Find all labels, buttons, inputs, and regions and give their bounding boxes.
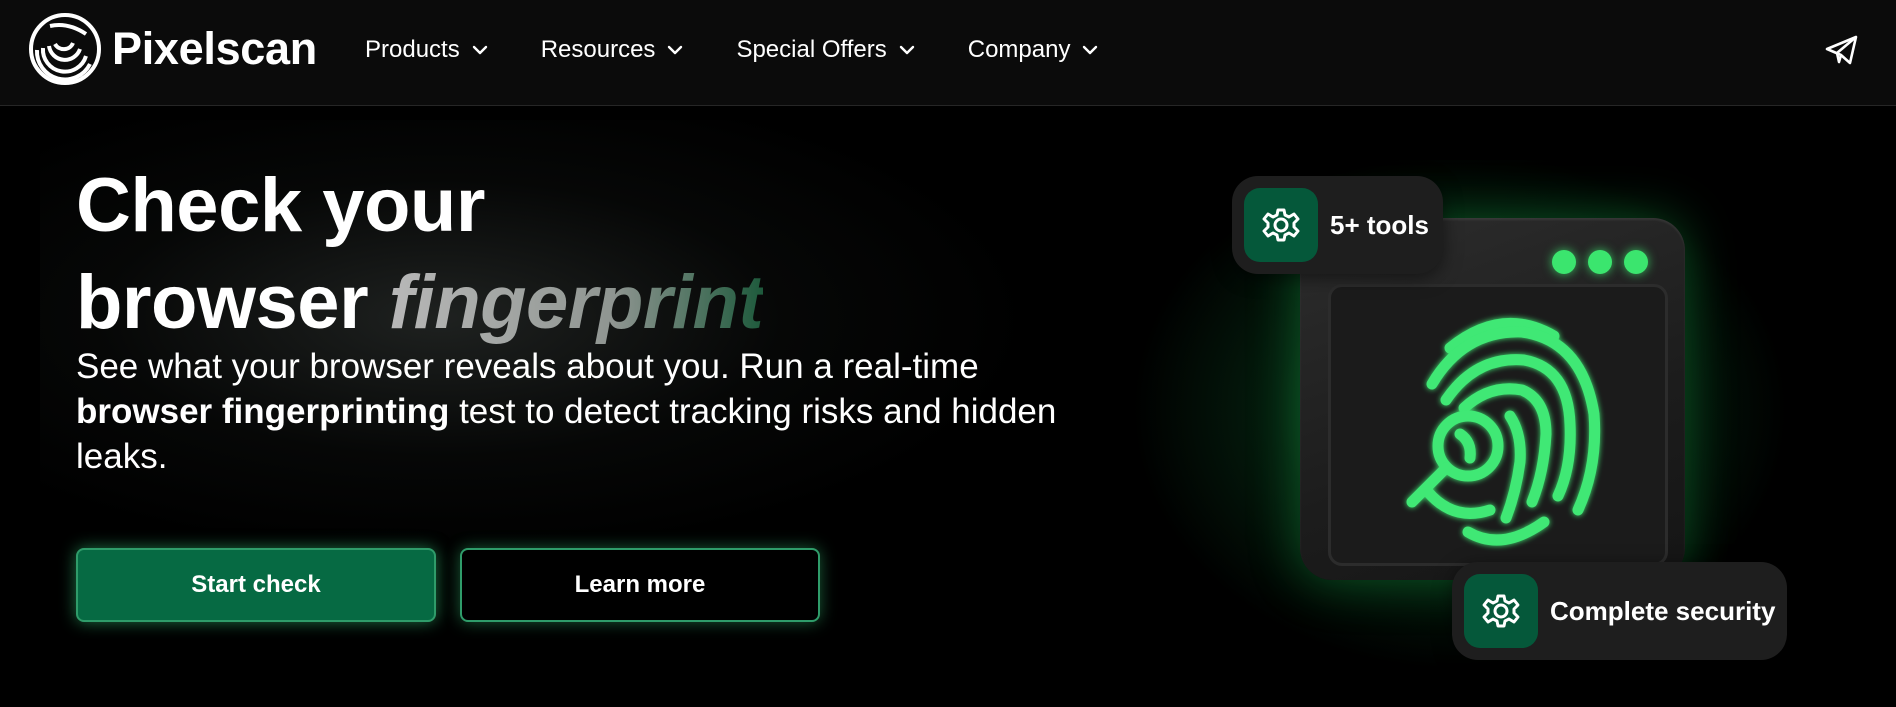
nav-special-offers-label: Special Offers: [736, 36, 887, 63]
chevron-down-icon: [667, 45, 683, 55]
top-navbar: Pixelscan Products Resources Special Off…: [0, 0, 1896, 106]
nav-products[interactable]: Products: [365, 36, 488, 64]
chevron-down-icon: [899, 45, 915, 55]
tools-badge: 5+ tools: [1232, 176, 1443, 274]
logo[interactable]: Pixelscan: [28, 10, 317, 88]
nav-special-offers[interactable]: Special Offers: [736, 36, 914, 64]
logo-text: Pixelscan: [112, 23, 317, 74]
hero-headline: Check your browser fingerprint: [76, 157, 764, 351]
headline-line-2: browser fingerprint: [76, 254, 764, 351]
main-nav: Products Resources Special Offers Compan…: [365, 30, 1098, 70]
tools-badge-label: 5+ tools: [1330, 209, 1429, 240]
chevron-down-icon: [1082, 45, 1098, 55]
gear-icon: [1244, 188, 1318, 262]
headline-line-1: Check your: [76, 163, 485, 248]
window-dot: [1552, 250, 1576, 274]
window-dots: [1552, 250, 1660, 274]
nav-resources-label: Resources: [540, 36, 656, 63]
gear-icon: [1464, 574, 1538, 648]
hero-description: See what your browser reveals about you.…: [76, 344, 1086, 479]
nav-resources[interactable]: Resources: [541, 36, 684, 64]
nav-company-label: Company: [967, 36, 1071, 63]
paper-plane-icon[interactable]: [1824, 32, 1860, 68]
start-check-button[interactable]: Start check: [76, 548, 436, 622]
nav-products-label: Products: [365, 36, 460, 63]
security-badge-label: Complete security: [1550, 595, 1776, 626]
window-dot: [1588, 250, 1612, 274]
chevron-down-icon: [472, 45, 488, 55]
desc-part-1: See what your browser reveals about you.…: [76, 347, 979, 386]
learn-more-button[interactable]: Learn more: [460, 548, 820, 622]
nav-company[interactable]: Company: [968, 36, 1099, 64]
pixelscan-logo-icon: [29, 13, 101, 85]
fingerprint-magnifier-icon: [1372, 296, 1622, 556]
window-dot: [1624, 250, 1648, 274]
headline-accent: fingerprint: [388, 260, 764, 345]
security-badge: Complete security: [1452, 562, 1787, 660]
desc-bold: browser fingerprinting: [76, 392, 450, 431]
page: Pixelscan Products Resources Special Off…: [0, 0, 1896, 707]
headline-word: browser: [76, 260, 369, 345]
